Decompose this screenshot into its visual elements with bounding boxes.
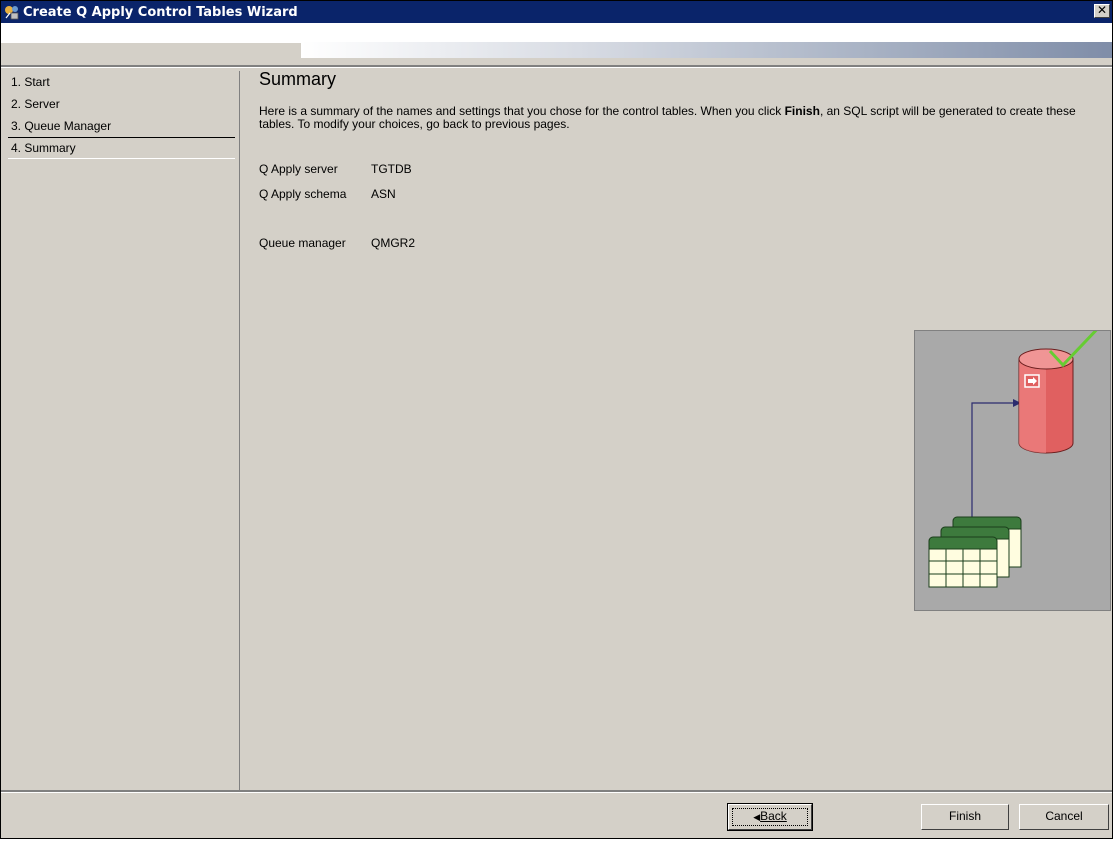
cancel-label: Cancel xyxy=(1045,809,1083,823)
nav-item-label: 2. Server xyxy=(11,97,60,111)
back-button[interactable]: ◀Back xyxy=(727,803,813,831)
nav-item-label: 1. Start xyxy=(11,75,50,89)
wizard-app-icon xyxy=(4,4,20,20)
title-bar[interactable]: Create Q Apply Control Tables Wizard ✕ xyxy=(1,1,1112,23)
nav-item-server[interactable]: 2. Server xyxy=(8,93,239,115)
connector-line xyxy=(971,402,1013,521)
illustration-graphic xyxy=(928,321,1105,588)
page-title: Summary xyxy=(259,69,337,89)
field-label: Q Apply schema xyxy=(259,187,347,201)
nav-item-label: 4. Summary xyxy=(11,141,76,155)
description-bold-finish: Finish xyxy=(784,104,820,118)
field-q-apply-schema: Q Apply schema ASN xyxy=(259,187,396,201)
field-value: QMGR2 xyxy=(371,236,416,250)
cancel-button[interactable]: Cancel xyxy=(1019,804,1109,830)
tables-stack-icon xyxy=(928,516,1022,588)
field-label: Queue manager xyxy=(259,236,346,250)
field-q-apply-server: Q Apply server TGTDB xyxy=(259,162,412,176)
field-queue-manager: Queue manager QMGR2 xyxy=(259,236,415,250)
finish-label: Finish xyxy=(948,809,981,823)
check-icon xyxy=(1048,321,1105,368)
banner-gradient xyxy=(301,41,1112,58)
window-title: Create Q Apply Control Tables Wizard xyxy=(23,4,298,20)
wizard-window: Create Q Apply Control Tables Wizard ✕ 1… xyxy=(0,0,1113,839)
description-text-1: Here is a summary of the names and setti… xyxy=(259,104,785,118)
nav-item-summary[interactable]: 4. Summary xyxy=(8,137,235,159)
summary-description: Here is a summary of the names and setti… xyxy=(259,105,1109,131)
summary-page: Summary Here is a summary of the names a… xyxy=(241,67,1112,790)
button-bar-divider xyxy=(1,790,1112,793)
close-button[interactable]: ✕ xyxy=(1094,4,1110,18)
finish-button[interactable]: Finish xyxy=(921,804,1009,830)
field-value: TGTDB xyxy=(371,162,412,176)
close-icon: ✕ xyxy=(1096,3,1108,17)
control-tables-illustration xyxy=(914,321,1111,611)
nav-item-start[interactable]: 1. Start xyxy=(8,71,239,93)
nav-item-label: 3. Queue Manager xyxy=(11,119,112,133)
wizard-step-nav: 1. Start 2. Server 3. Queue Manager 4. S… xyxy=(8,71,240,790)
wizard-banner xyxy=(1,23,1112,58)
focus-rect xyxy=(732,808,808,826)
nav-item-queue-manager[interactable]: 3. Queue Manager xyxy=(8,115,239,137)
field-label: Q Apply server xyxy=(259,162,338,176)
field-value: ASN xyxy=(371,187,396,201)
